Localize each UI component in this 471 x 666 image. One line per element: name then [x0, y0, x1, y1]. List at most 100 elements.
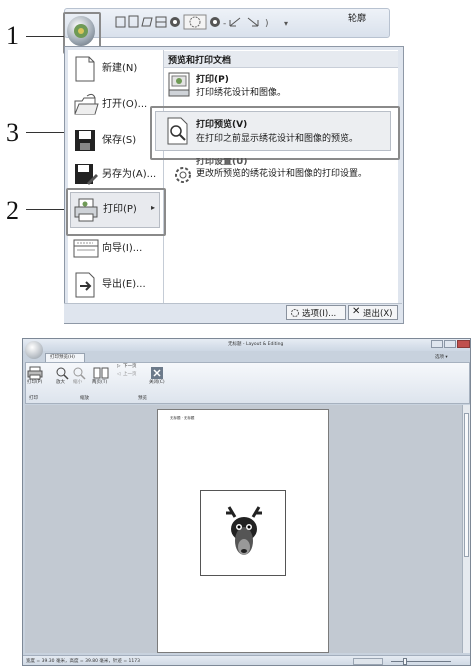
ribbon-group-labels: 打印 缩放 预览	[25, 396, 175, 403]
ribbon-button-zoom-out[interactable]: 缩小	[72, 365, 86, 391]
svg-text:▾: ▾	[284, 19, 288, 28]
qat-glyphs-icon: - ) ▾	[115, 14, 288, 30]
menu-item-new[interactable]: 新建(N)	[72, 54, 160, 84]
close-preview-icon	[151, 367, 163, 379]
group-zoom-label: 缩放	[80, 396, 89, 401]
zoom-slider[interactable]	[391, 661, 451, 662]
svg-text:): )	[265, 19, 269, 29]
new-document-icon	[75, 56, 95, 82]
options-button-label: 选项(I)...	[302, 309, 337, 319]
submenu-item-print[interactable]: 打印(P) 打印绣花设计和图像。	[166, 70, 396, 102]
minimize-icon[interactable]	[431, 340, 443, 348]
submenu-item-print-settings[interactable]: 打印设置(U) 更改所预览的绣花设计和图像的打印设置。	[166, 158, 396, 188]
tab-print-preview[interactable]: 打印预览(H)	[45, 353, 85, 362]
group-print-label: 打印	[29, 396, 38, 401]
menu-item-wizard-label: 向导(I)...	[102, 243, 143, 254]
menu-item-wizard[interactable]: 向导(I)...	[72, 234, 160, 264]
qat-icons: - ) ▾	[114, 14, 314, 30]
submenu-print-title: 打印(P)	[196, 75, 229, 85]
zoom-out-icon	[73, 367, 86, 380]
menu-item-save[interactable]: 保存(S)	[72, 126, 160, 156]
save-as-icon	[75, 164, 98, 185]
submenu-preview-title: 打印预览(V)	[196, 120, 248, 130]
submenu-item-print-preview[interactable]: 打印预览(V) 在打印之前显示绣花设计和图像的预览。	[155, 111, 391, 151]
zoom-slider-thumb[interactable]	[403, 658, 407, 665]
callout-1-line	[26, 36, 64, 37]
maximize-icon[interactable]	[444, 340, 456, 348]
submenu-arrow-icon: ▸	[151, 203, 156, 212]
preview-page: 无标题 · 无标题	[157, 409, 329, 653]
ribbon-button-next-page[interactable]: ▷ 下一页	[117, 364, 147, 371]
callout-2-line	[26, 209, 66, 210]
print-preview-icon	[167, 117, 188, 145]
two-pages-icon	[93, 367, 109, 379]
status-bar: 宽度 = 39.30 毫米，高度 = 39.80 毫米，针迹 = 1173	[23, 655, 470, 665]
window-title: 无标题 - Layout & Editing	[228, 342, 284, 347]
design-frame	[200, 490, 286, 576]
menu-item-new-label: 新建(N)	[102, 63, 138, 74]
submenu-print-desc: 打印绣花设计和图像。	[196, 88, 287, 98]
ribbon-button-close[interactable]: 关闭(C)	[149, 365, 167, 391]
app-menu-button[interactable]	[25, 341, 43, 359]
exit-button[interactable]: ✕ 退出(X)	[348, 305, 398, 320]
zoom-in-icon	[56, 367, 69, 380]
submenu-header: 预览和打印文档	[164, 51, 398, 68]
print-icon	[74, 198, 98, 222]
submenu-header-label: 预览和打印文档	[168, 56, 232, 66]
menu-item-save-as[interactable]: 另存为(A)...	[72, 160, 160, 190]
ribbon-button-two-pages[interactable]: 两页(T)	[92, 365, 110, 391]
menu-item-open[interactable]: 打开(O)...	[72, 90, 160, 120]
open-folder-icon	[74, 93, 99, 115]
window-controls[interactable]	[431, 340, 470, 349]
ribbon-two-pages-label: 两页(T)	[92, 380, 108, 385]
ribbon-zoom-in-label: 放大	[56, 380, 65, 385]
ribbon-button-zoom-in[interactable]: 放大	[55, 365, 69, 391]
deer-design-icon	[226, 506, 262, 555]
close-icon[interactable]	[457, 340, 470, 348]
view-mode-buttons[interactable]	[353, 658, 383, 665]
flower-logo-icon	[74, 24, 88, 38]
menu-item-export[interactable]: 导出(E)...	[72, 270, 160, 300]
print-icon	[168, 72, 190, 97]
next-page-label: 下一页	[123, 364, 137, 369]
wizard-icon	[73, 239, 99, 258]
group-preview-label: 预览	[138, 396, 147, 401]
close-icon: ✕	[352, 306, 361, 317]
tab-label: 打印预览(H)	[50, 355, 75, 360]
menu-item-export-label: 导出(E)...	[102, 279, 146, 290]
menu-item-open-label: 打开(O)...	[102, 99, 148, 110]
prev-page-icon: ◁	[117, 372, 121, 377]
menu-item-print-label: 打印(P)	[103, 204, 137, 215]
options-button[interactable]: 选项(I)...	[286, 305, 346, 320]
callout-1-number: 1	[6, 21, 19, 50]
menu-item-save-label: 保存(S)	[102, 135, 137, 146]
ribbon-button-print[interactable]: 打印(P)	[27, 365, 43, 391]
print-preview-window: 无标题 - Layout & Editing 打印预览(H) 选项 ▾ 打印(P…	[22, 338, 471, 666]
app-menu-button[interactable]	[67, 16, 95, 46]
menu-item-save-as-label: 另存为(A)...	[102, 169, 157, 180]
ribbon-button-prev-page[interactable]: ◁ 上一页	[117, 372, 147, 379]
export-icon	[75, 272, 95, 298]
next-page-icon: ▷	[117, 364, 121, 369]
submenu-settings-desc: 更改所预览的绣花设计和图像的打印设置。	[196, 169, 368, 179]
menu-item-print[interactable]: 打印(P) ▸	[70, 192, 160, 228]
page-header-text: 无标题 · 无标题	[170, 416, 195, 420]
callout-3-number: 3	[6, 118, 19, 147]
qat-extra-label[interactable]: 轮廓	[348, 12, 366, 26]
vertical-scrollbar[interactable]	[462, 405, 470, 653]
status-text: 宽度 = 39.30 毫米，高度 = 39.80 毫米，针迹 = 1173	[26, 659, 140, 664]
print-icon	[27, 366, 43, 380]
options-menu[interactable]: 选项 ▾	[435, 355, 448, 360]
ribbon-print-label: 打印(P)	[27, 380, 43, 385]
gear-icon	[175, 167, 191, 183]
ribbon-close-label: 关闭(C)	[149, 380, 165, 385]
submenu-preview-desc: 在打印之前显示绣花设计和图像的预览。	[196, 134, 359, 144]
callout-2-number: 2	[6, 196, 19, 225]
gear-icon	[291, 309, 299, 317]
prev-page-label: 上一页	[123, 372, 137, 377]
scrollbar-thumb[interactable]	[464, 413, 469, 557]
exit-button-label: 退出(X)	[363, 309, 393, 319]
ribbon-zoom-out-label: 缩小	[73, 380, 82, 385]
save-icon	[75, 130, 95, 151]
svg-text:-: -	[223, 19, 226, 29]
